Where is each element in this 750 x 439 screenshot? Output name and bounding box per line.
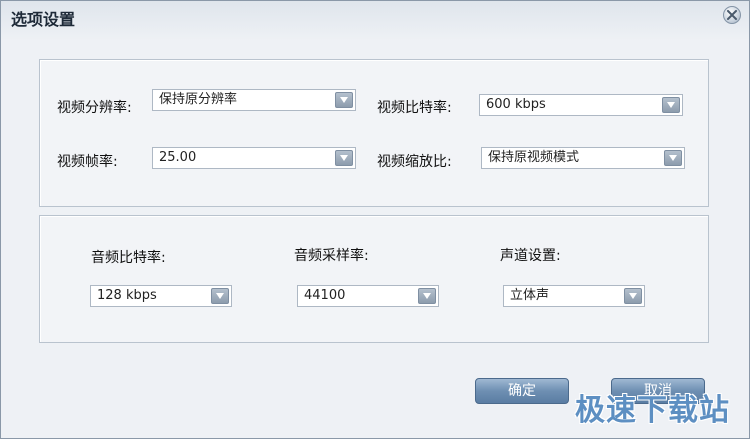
chevron-down-icon[interactable] bbox=[662, 97, 680, 113]
video-aspect-select[interactable]: 保持原视频模式 bbox=[481, 147, 685, 169]
audio-bitrate-select[interactable]: 128 kbps bbox=[90, 285, 232, 307]
video-framerate-label: 视频帧率: bbox=[57, 154, 118, 170]
video-bitrate-select[interactable]: 600 kbps bbox=[479, 94, 683, 116]
audio-samplerate-label: 音频采样率: bbox=[294, 248, 369, 264]
audio-samplerate-value: 44100 bbox=[304, 288, 346, 303]
video-settings-panel bbox=[39, 59, 709, 207]
video-framerate-value: 25.00 bbox=[159, 150, 197, 165]
chevron-down-icon[interactable] bbox=[624, 288, 642, 304]
chevron-down-icon[interactable] bbox=[335, 150, 353, 166]
audio-channels-label: 声道设置: bbox=[500, 248, 561, 264]
video-resolution-value: 保持原分辨率 bbox=[159, 92, 238, 107]
options-dialog: 选项设置 视频分辨率: 保持原分辨率 视频比特率: 600 kbps 视频帧率:… bbox=[0, 0, 750, 439]
chevron-down-icon[interactable] bbox=[211, 288, 229, 304]
audio-bitrate-label: 音频比特率: bbox=[91, 250, 166, 266]
video-resolution-label: 视频分辨率: bbox=[57, 100, 132, 116]
video-framerate-select[interactable]: 25.00 bbox=[152, 147, 356, 169]
dialog-title: 选项设置 bbox=[11, 10, 76, 29]
close-icon bbox=[727, 10, 737, 20]
video-bitrate-value: 600 kbps bbox=[486, 97, 546, 112]
audio-bitrate-value: 128 kbps bbox=[97, 288, 157, 303]
audio-settings-panel bbox=[39, 215, 709, 343]
video-aspect-value: 保持原视频模式 bbox=[488, 150, 580, 165]
chevron-down-icon[interactable] bbox=[335, 92, 353, 108]
watermark-text: 极速下载站 bbox=[575, 393, 730, 428]
close-button[interactable] bbox=[723, 6, 741, 24]
video-aspect-label: 视频缩放比: bbox=[377, 154, 452, 170]
audio-samplerate-select[interactable]: 44100 bbox=[297, 285, 439, 307]
chevron-down-icon[interactable] bbox=[418, 288, 436, 304]
audio-channels-value: 立体声 bbox=[510, 288, 550, 303]
chevron-down-icon[interactable] bbox=[664, 150, 682, 166]
video-resolution-select[interactable]: 保持原分辨率 bbox=[152, 89, 356, 111]
video-bitrate-label: 视频比特率: bbox=[377, 100, 452, 116]
audio-channels-select[interactable]: 立体声 bbox=[503, 285, 645, 307]
ok-button[interactable]: 确定 bbox=[475, 378, 569, 404]
